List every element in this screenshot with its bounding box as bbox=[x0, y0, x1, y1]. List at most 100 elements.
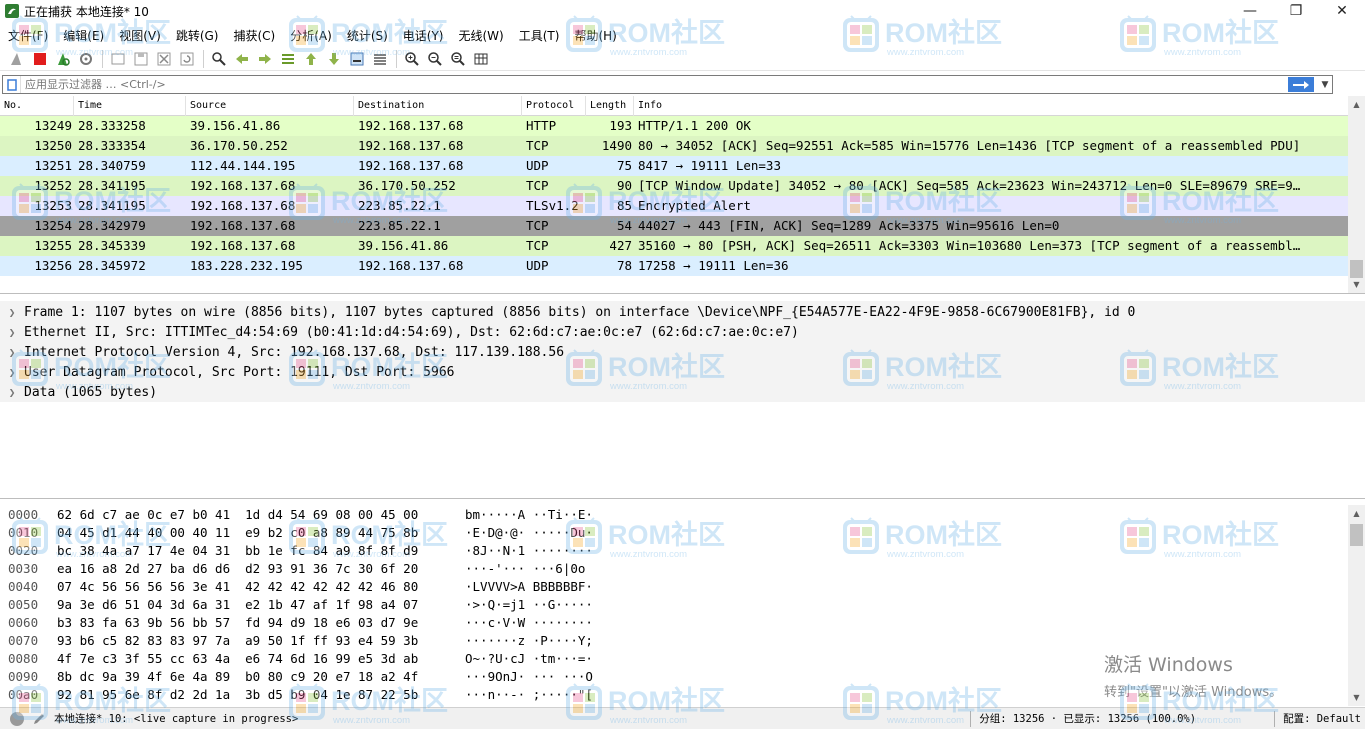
zoom-reset-button[interactable] bbox=[447, 49, 469, 69]
column-header-protocol[interactable]: Protocol bbox=[522, 96, 586, 116]
open-file-button[interactable] bbox=[107, 49, 129, 69]
scroll-down-icon[interactable]: ▼ bbox=[1348, 276, 1365, 293]
hex-offset: 0010 bbox=[8, 525, 39, 540]
apply-filter-button[interactable] bbox=[1288, 77, 1314, 92]
packet-list-pane: No. Time Source Destination Protocol Len… bbox=[0, 96, 1365, 294]
save-icon bbox=[134, 52, 148, 65]
packet-time: 28.340759 bbox=[78, 158, 146, 173]
packet-row[interactable]: 13255 28.345339 192.168.137.68 39.156.41… bbox=[0, 236, 1348, 256]
go-to-packet-button[interactable] bbox=[277, 49, 299, 69]
packet-no: 13250 bbox=[34, 138, 72, 153]
first-packet-button[interactable] bbox=[300, 49, 322, 69]
packet-destination: 192.168.137.68 bbox=[358, 138, 464, 153]
status-profile[interactable]: 配置: Default bbox=[1283, 711, 1361, 726]
hex-offset: 0020 bbox=[8, 543, 39, 558]
close-button[interactable]: ✕ bbox=[1319, 0, 1365, 22]
menu-help[interactable]: 帮助(H) bbox=[574, 27, 616, 44]
menu-go[interactable]: 跳转(G) bbox=[176, 27, 219, 44]
column-header-destination[interactable]: Destination bbox=[354, 96, 522, 116]
hex-offset: 0030 bbox=[8, 561, 39, 576]
filter-bookmark-button[interactable] bbox=[3, 76, 21, 93]
packet-list-scrollbar[interactable]: ▲ ▼ bbox=[1348, 96, 1365, 293]
minimize-button[interactable]: — bbox=[1227, 0, 1273, 22]
column-header-no[interactable]: No. bbox=[0, 96, 74, 116]
packet-row[interactable]: 13253 28.341195 192.168.137.68 223.85.22… bbox=[0, 196, 1348, 216]
menu-file[interactable]: 文件(F) bbox=[8, 27, 48, 44]
column-header-info[interactable]: Info bbox=[634, 96, 1348, 116]
packet-info: Encrypted Alert bbox=[638, 198, 751, 213]
chevron-right-icon[interactable]: ❯ bbox=[0, 326, 24, 339]
resize-columns-button[interactable] bbox=[470, 49, 492, 69]
column-header-source[interactable]: Source bbox=[186, 96, 354, 116]
packet-no: 13255 bbox=[34, 238, 72, 253]
chevron-right-icon[interactable]: ❯ bbox=[0, 366, 24, 379]
column-header-time[interactable]: Time bbox=[74, 96, 186, 116]
filter-history-dropdown[interactable]: ▼ bbox=[1318, 80, 1332, 90]
packet-info: HTTP/1.1 200 OK bbox=[638, 118, 751, 133]
menu-statistics[interactable]: 统计(S) bbox=[347, 27, 388, 44]
hex-offset: 00a0 bbox=[8, 687, 39, 702]
tree-item-udp[interactable]: ❯ User Datagram Protocol, Src Port: 1911… bbox=[0, 362, 455, 382]
save-file-button[interactable] bbox=[130, 49, 152, 69]
reload-file-button[interactable] bbox=[176, 49, 198, 69]
restart-capture-button[interactable] bbox=[52, 49, 74, 69]
stop-capture-button[interactable] bbox=[29, 49, 51, 69]
packet-row[interactable]: 13251 28.340759 112.44.144.195 192.168.1… bbox=[0, 156, 1348, 176]
expert-info-icon[interactable] bbox=[10, 711, 24, 726]
capture-options-button[interactable] bbox=[75, 49, 97, 69]
packet-row[interactable]: 13249 28.333258 39.156.41.86 192.168.137… bbox=[0, 116, 1348, 136]
packet-protocol: TCP bbox=[526, 218, 549, 233]
tree-item-ipv4[interactable]: ❯ Internet Protocol Version 4, Src: 192.… bbox=[0, 342, 564, 362]
last-packet-button[interactable] bbox=[323, 49, 345, 69]
close-file-button[interactable] bbox=[153, 49, 175, 69]
menu-tools[interactable]: 工具(T) bbox=[519, 27, 560, 44]
hex-bytes: 9a 3e d6 51 04 3d 6a 31 e2 1b 47 af 1f 9… bbox=[57, 597, 419, 612]
go-back-button[interactable] bbox=[231, 49, 253, 69]
packet-destination: 223.85.22.1 bbox=[358, 218, 441, 233]
display-filter-input[interactable] bbox=[21, 78, 1288, 91]
menu-edit[interactable]: 编辑(E) bbox=[63, 27, 104, 44]
chevron-right-icon[interactable]: ❯ bbox=[0, 346, 24, 359]
toolbar-separator bbox=[203, 49, 204, 68]
menu-telephony[interactable]: 电话(Y) bbox=[403, 27, 444, 44]
restore-button[interactable]: ❐ bbox=[1273, 0, 1319, 22]
activation-title: 激活 Windows bbox=[1104, 654, 1233, 676]
tree-item-ethernet[interactable]: ❯ Ethernet II, Src: ITTIMTec_d4:54:69 (b… bbox=[0, 322, 799, 342]
tree-item-frame[interactable]: ❯ Frame 1: 1107 bytes on wire (8856 bits… bbox=[0, 302, 1136, 322]
packet-no: 13254 bbox=[34, 218, 72, 233]
scroll-up-icon[interactable]: ▲ bbox=[1348, 96, 1365, 113]
packet-protocol: HTTP bbox=[526, 118, 557, 133]
menu-wireless[interactable]: 无线(W) bbox=[459, 27, 504, 44]
tree-item-data[interactable]: ❯ Data (1065 bytes) bbox=[0, 382, 157, 402]
zoom-out-button[interactable] bbox=[424, 49, 446, 69]
packet-row[interactable]: 13250 28.333354 36.170.50.252 192.168.13… bbox=[0, 136, 1348, 156]
chevron-right-icon[interactable]: ❯ bbox=[0, 386, 24, 399]
main-toolbar bbox=[0, 47, 1365, 71]
packet-destination: 39.156.41.86 bbox=[358, 238, 449, 253]
scroll-thumb[interactable] bbox=[1350, 524, 1363, 546]
packet-row[interactable]: 13256 28.345972 183.228.232.195 192.168.… bbox=[0, 256, 1348, 276]
hex-offset: 0060 bbox=[8, 615, 39, 630]
find-packet-button[interactable] bbox=[208, 49, 230, 69]
start-capture-button[interactable] bbox=[6, 49, 28, 69]
hex-bytes: bc 38 4a a7 17 4e 04 31 bb 1e fc 84 a9 8… bbox=[57, 543, 419, 558]
autoscroll-button[interactable] bbox=[346, 49, 368, 69]
arrow-down-icon bbox=[329, 52, 339, 65]
capture-comment-button[interactable] bbox=[30, 710, 48, 728]
menu-capture[interactable]: 捕获(C) bbox=[233, 27, 275, 44]
colorize-button[interactable] bbox=[369, 49, 391, 69]
chevron-right-icon[interactable]: ❯ bbox=[0, 306, 24, 319]
menu-analyze[interactable]: 分析(A) bbox=[290, 27, 332, 44]
column-header-length[interactable]: Length bbox=[586, 96, 634, 116]
scroll-up-icon[interactable]: ▲ bbox=[1348, 505, 1365, 522]
packet-source: 192.168.137.68 bbox=[190, 178, 296, 193]
go-forward-button[interactable] bbox=[254, 49, 276, 69]
bytes-scrollbar[interactable]: ▲ ▼ bbox=[1348, 505, 1365, 706]
menu-view[interactable]: 视图(V) bbox=[119, 27, 161, 44]
scroll-down-icon[interactable]: ▼ bbox=[1348, 689, 1365, 706]
packet-row[interactable]: 13252 28.341195 192.168.137.68 36.170.50… bbox=[0, 176, 1348, 196]
packet-no: 13252 bbox=[34, 178, 72, 193]
hex-bytes: 62 6d c7 ae 0c e7 b0 41 1d d4 54 69 08 0… bbox=[57, 507, 419, 522]
zoom-in-button[interactable] bbox=[401, 49, 423, 69]
packet-row-selected[interactable]: 13254 28.342979 192.168.137.68 223.85.22… bbox=[0, 216, 1348, 236]
